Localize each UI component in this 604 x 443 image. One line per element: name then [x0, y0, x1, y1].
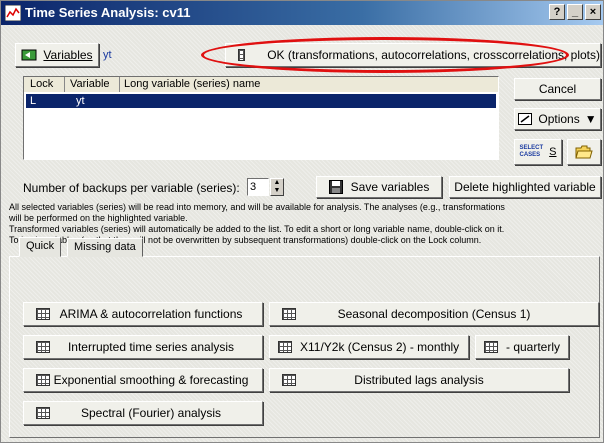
- spectral-analysis-button[interactable]: Spectral (Fourier) analysis: [23, 401, 263, 425]
- ok-button-label: OK (transformations, autocorrelations, c…: [267, 48, 600, 62]
- row-lock: L: [30, 95, 37, 107]
- save-variables-button[interactable]: Save variables: [316, 176, 442, 198]
- spectral-label: Spectral (Fourier) analysis: [80, 406, 222, 420]
- chart-icon: [5, 5, 21, 21]
- options-button[interactable]: Options ▼: [514, 108, 601, 130]
- select-cases-line1: SELECT: [519, 145, 544, 151]
- distributed-label: Distributed lags analysis: [354, 373, 484, 387]
- spin-down-icon[interactable]: ▼: [271, 187, 283, 195]
- seasonal-label: Seasonal decomposition (Census 1): [337, 307, 531, 321]
- distributed-lags-button[interactable]: Distributed lags analysis: [269, 368, 569, 392]
- table-icon: [36, 374, 50, 386]
- variable-list-header: Lock Variable Long variable (series) nam…: [24, 77, 498, 92]
- info-line-1: All selected variables (series) will be …: [9, 202, 505, 212]
- variables-value: yt: [103, 49, 112, 61]
- save-variables-label: Save variables: [350, 180, 430, 194]
- table-icon: [36, 341, 50, 353]
- row-variable: yt: [76, 95, 85, 107]
- select-cases-line2: CASES: [519, 152, 541, 158]
- table-icon: [484, 341, 498, 353]
- info-line-3: Transformed variables (series) will auto…: [9, 224, 505, 234]
- quarterly-label: - quarterly: [506, 340, 561, 354]
- table-icon: [238, 49, 246, 61]
- chevron-down-icon: ▼: [584, 112, 597, 126]
- arima-label: ARIMA & autocorrelation functions: [59, 307, 243, 321]
- column-variable[interactable]: Variable: [70, 78, 110, 90]
- exponential-smoothing-button[interactable]: Exponential smoothing & forecasting: [23, 368, 263, 392]
- delete-variable-button[interactable]: Delete highlighted variable: [449, 176, 601, 198]
- info-line-2: will be performed on the highlighted var…: [9, 213, 188, 223]
- select-cases-button[interactable]: SELECT CASES S: [514, 139, 562, 165]
- variable-list[interactable]: Lock Variable Long variable (series) nam…: [23, 76, 499, 160]
- quarterly-button[interactable]: - quarterly: [475, 335, 569, 359]
- save-icon: [328, 180, 343, 194]
- x11-monthly-button[interactable]: X11/Y2k (Census 2) - monthly: [269, 335, 469, 359]
- spin-up-icon[interactable]: ▲: [271, 179, 283, 187]
- time-series-window: Time Series Analysis: cv11 ? _ × Variabl…: [0, 0, 604, 443]
- arima-button[interactable]: ARIMA & autocorrelation functions: [23, 302, 263, 326]
- backups-input[interactable]: [247, 178, 269, 196]
- x11-monthly-label: X11/Y2k (Census 2) - monthly: [300, 340, 460, 354]
- open-button[interactable]: [567, 139, 601, 165]
- window-title: Time Series Analysis: cv11: [25, 5, 191, 20]
- variables-button-label: Variables: [43, 48, 93, 62]
- ok-button[interactable]: OK (transformations, autocorrelations, c…: [225, 43, 601, 67]
- variables-icon: [21, 49, 37, 61]
- variables-button[interactable]: Variables: [15, 43, 99, 67]
- column-long-name[interactable]: Long variable (series) name: [124, 78, 260, 90]
- exponential-label: Exponential smoothing & forecasting: [53, 373, 249, 387]
- table-row[interactable]: L yt: [26, 94, 496, 108]
- table-icon: [36, 308, 50, 320]
- backups-label: Number of backups per variable (series):: [23, 181, 240, 195]
- cancel-button[interactable]: Cancel: [514, 78, 601, 100]
- table-icon: [282, 308, 296, 320]
- select-cases-suffix: S: [549, 146, 557, 158]
- seasonal-decomposition-button[interactable]: Seasonal decomposition (Census 1): [269, 302, 599, 326]
- column-lock[interactable]: Lock: [30, 78, 53, 90]
- options-icon: [518, 113, 533, 125]
- close-button[interactable]: ×: [585, 4, 601, 20]
- tab-quick[interactable]: Quick: [19, 237, 62, 257]
- minimize-button[interactable]: _: [567, 4, 583, 20]
- title-bar[interactable]: Time Series Analysis: cv11 ? _ ×: [1, 1, 603, 25]
- interrupted-label: Interrupted time series analysis: [67, 340, 235, 354]
- table-icon: [36, 407, 50, 419]
- help-button[interactable]: ?: [549, 4, 565, 20]
- spinner-arrows[interactable]: ▲ ▼: [270, 178, 284, 196]
- options-label: Options: [538, 112, 580, 126]
- folder-open-icon: [575, 145, 593, 159]
- table-icon: [278, 341, 292, 353]
- tab-missing-data[interactable]: Missing data: [67, 238, 143, 257]
- interrupted-time-series-button[interactable]: Interrupted time series analysis: [23, 335, 263, 359]
- backups-spinner[interactable]: ▲ ▼: [247, 178, 285, 196]
- table-icon: [282, 374, 296, 386]
